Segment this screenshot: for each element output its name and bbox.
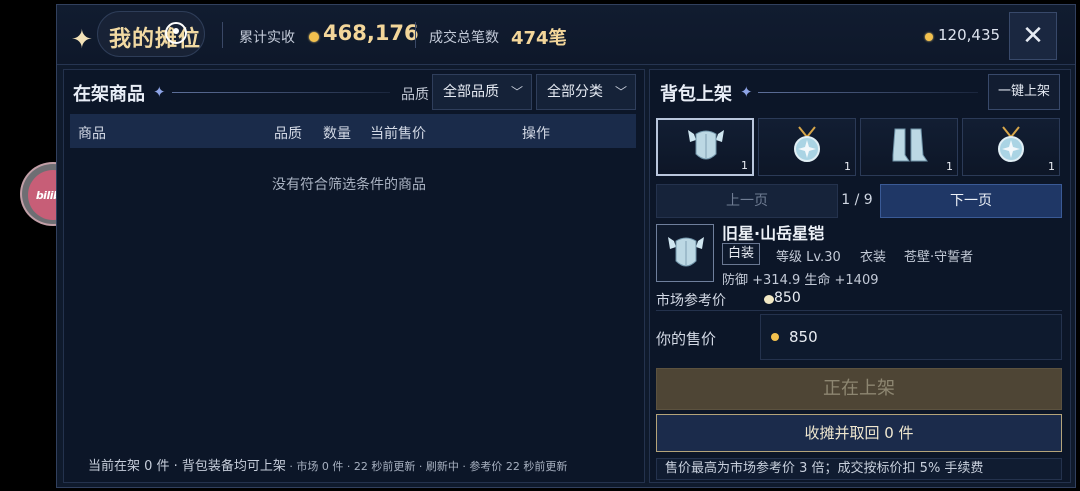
divider xyxy=(415,22,416,48)
sparkle-icon: ✦ xyxy=(740,83,753,101)
item-thumbnail xyxy=(656,224,714,282)
bag-listing-panel: 背包上架 ✦ 一键上架 1 1 1 1 上一页 1 / 9 下一页 旧星·山岳星… xyxy=(649,69,1071,483)
recall-button[interactable]: 收摊并取回 0 件 xyxy=(656,414,1062,452)
close-icon: ✕ xyxy=(1022,21,1044,51)
category-select[interactable]: 全部分类 ﹀ xyxy=(536,74,636,110)
title-underline xyxy=(758,92,978,93)
item-faction: 苍壁·守誓者 xyxy=(904,250,974,265)
slot-count: 1 xyxy=(741,159,748,172)
star-logo-icon: ✦ xyxy=(71,25,93,55)
quality-select-value: 全部品质 xyxy=(443,84,499,100)
slot-count: 1 xyxy=(946,160,953,173)
listed-items-title: 在架商品 xyxy=(73,84,145,105)
table-header: 商品 品质 数量 当前售价 操作 xyxy=(70,114,636,148)
listed-items-panel: 在架商品 ✦ 品质 全部品质 ﹀ 全部分类 ﹀ 商品 品质 数量 当前售价 操作… xyxy=(63,69,645,483)
category-select-value: 全部分类 xyxy=(547,84,603,100)
next-page-button[interactable]: 下一页 xyxy=(880,184,1062,218)
gold-value: 120,435 xyxy=(938,26,1001,44)
page-title: 我的摊位 xyxy=(109,27,202,52)
top-bar: ✦ 我的摊位 累计实收 468,176 成交总笔数 474笔 120,435 ✕ xyxy=(57,5,1075,65)
col-quality: 品质 xyxy=(274,126,302,142)
coin-icon xyxy=(764,295,774,304)
price-input-value: 850 xyxy=(789,328,818,346)
search-icon[interactable] xyxy=(165,22,187,44)
amulet-icon xyxy=(794,126,820,162)
bag-slot[interactable]: 1 xyxy=(656,118,754,176)
item-name: 旧星·山岳星铠 xyxy=(722,224,825,243)
col-quantity: 数量 xyxy=(323,126,351,142)
close-button[interactable]: ✕ xyxy=(1009,12,1057,60)
rarity-badge: 白装 xyxy=(722,243,760,265)
footer-main: 当前在架 0 件 · 背包装备均可上架 xyxy=(88,459,286,474)
sparkle-icon: ✦ xyxy=(153,83,166,101)
your-price-label: 你的售价 xyxy=(656,330,717,348)
item-level: 等级 Lv.30 xyxy=(776,250,841,265)
ref-price-label: 市场参考价 xyxy=(656,293,726,309)
boots-icon xyxy=(892,128,928,162)
divider xyxy=(222,22,223,48)
amulet-icon xyxy=(998,126,1024,162)
divider xyxy=(656,310,1062,311)
quality-select[interactable]: 全部品质 ﹀ xyxy=(432,74,532,110)
gold-coin-icon xyxy=(925,33,933,41)
col-action: 操作 xyxy=(522,126,550,142)
price-input[interactable]: 850 xyxy=(760,314,1062,360)
status-footer: 当前在架 0 件 · 背包装备均可上架 · 市场 0 件 · 22 秒前更新 ·… xyxy=(88,455,567,474)
bag-listing-title: 背包上架 xyxy=(660,84,732,105)
chevron-down-icon: ﹀ xyxy=(614,85,627,99)
trades-value: 474笔 xyxy=(511,28,567,49)
quality-label: 品质 xyxy=(401,87,429,103)
stall-window: ✦ 我的摊位 累计实收 468,176 成交总笔数 474笔 120,435 ✕… xyxy=(56,4,1076,488)
winged-armor-icon xyxy=(688,130,724,160)
winged-armor-icon xyxy=(668,237,704,267)
slot-count: 1 xyxy=(1048,160,1055,173)
chevron-down-icon: ﹀ xyxy=(510,85,523,99)
one-key-list-button[interactable]: 一键上架 xyxy=(988,74,1060,110)
revenue-value: 468,176 xyxy=(323,21,419,45)
empty-message: 没有符合筛选条件的商品 xyxy=(272,177,426,193)
bag-slot[interactable]: 1 xyxy=(860,118,958,176)
page-indicator: 1 / 9 xyxy=(841,192,873,208)
footer-detail: · 市场 0 件 · 22 秒前更新 · 刷新中 · 参考价 22 秒前更新 xyxy=(285,460,568,473)
ref-price-value: 850 xyxy=(774,290,801,306)
trades-label: 成交总笔数 xyxy=(429,30,499,46)
screen: bilibili ✦ 我的摊位 累计实收 468,176 成交总笔数 474笔 … xyxy=(0,0,1080,491)
item-slot: 衣装 xyxy=(860,250,887,265)
slot-count: 1 xyxy=(844,160,851,173)
coin-icon xyxy=(771,333,779,341)
listing-button[interactable]: 正在上架 xyxy=(656,368,1062,410)
bag-slot[interactable]: 1 xyxy=(758,118,856,176)
col-price: 当前售价 xyxy=(370,126,426,142)
col-item: 商品 xyxy=(78,126,106,142)
fee-note: 售价最高为市场参考价 3 倍；成交按标价扣 5% 手续费 xyxy=(656,458,1062,480)
title-underline xyxy=(172,92,390,93)
bag-slot[interactable]: 1 xyxy=(962,118,1060,176)
revenue-label: 累计实收 xyxy=(239,30,295,46)
prev-page-button[interactable]: 上一页 xyxy=(656,184,838,218)
item-stats: 防御 +314.9 生命 +1409 xyxy=(722,273,879,288)
coin-icon xyxy=(309,32,319,42)
